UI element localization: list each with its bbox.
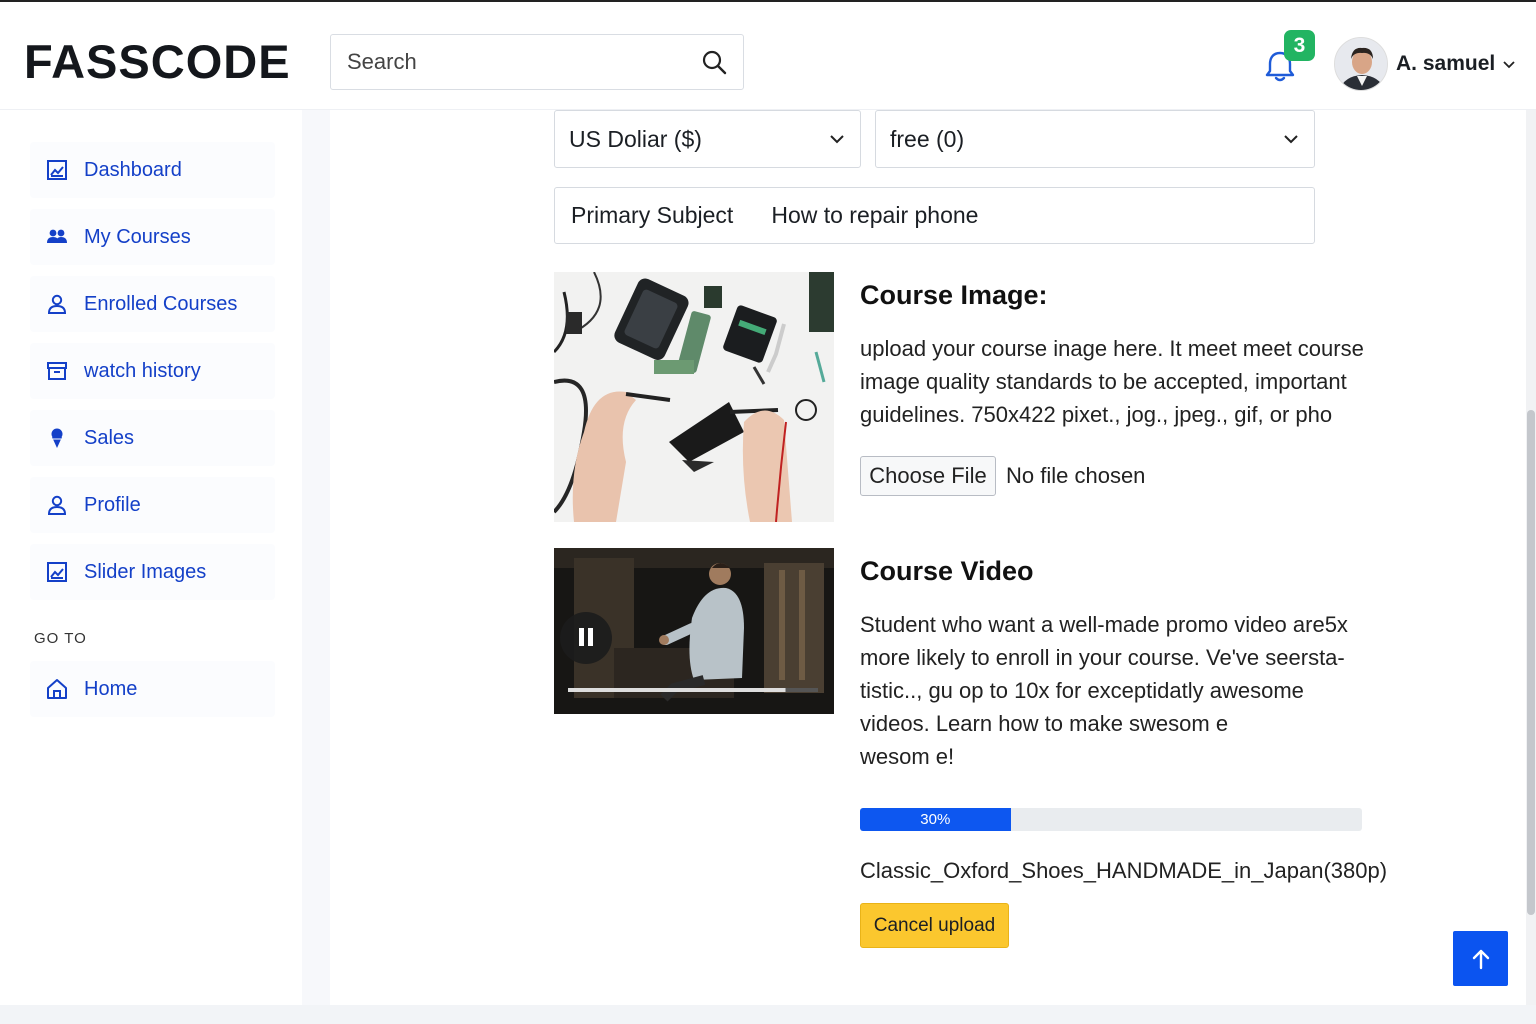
sidebar-item-label: Slider Images [84,560,207,583]
course-image-title: Course Image: [860,280,1048,310]
price-select[interactable]: free (0) [875,110,1315,168]
image-icon [47,562,67,582]
sidebar-item-profile[interactable]: Profile [30,477,275,533]
subject-label: Primary Subject [571,202,734,228]
course-video-player[interactable] [554,548,834,714]
arrow-up-icon [1472,949,1489,969]
currency-select[interactable]: US Doliar ($) [554,110,861,168]
sidebar-item-sales[interactable]: Sales [30,410,275,466]
goto-section-label: GO TO [34,630,87,647]
avatar[interactable] [1334,37,1388,91]
sidebar: Dashboard My Courses Enrolled Courses wa… [0,110,302,1024]
search-icon[interactable] [701,49,727,75]
upload-filename: Classic_Oxford_Shoes_HANDMADE_in_Japan(3… [860,858,1388,883]
course-image-description: upload your course inage here. It meet m… [860,336,1364,427]
primary-subject-field[interactable]: Primary Subject How to repair phone [554,187,1315,244]
currency-select-value: US Doliar ($) [569,125,702,152]
course-video-title: Course Video [860,556,1034,586]
course-image-preview [554,272,834,522]
subject-value[interactable]: How to repair phone [771,202,978,229]
archive-icon [47,362,67,380]
course-video-description-line: wesom e! [860,744,955,769]
top-header: FASSCODE 3 A. samuel [0,2,1536,110]
upload-progress-fill: 30% [860,808,1011,831]
notification-badge[interactable]: 3 [1284,30,1315,61]
sidebar-item-label: Dashboard [84,158,182,181]
bottom-bar [0,1005,1536,1024]
sidebar-item-label: Profile [84,493,141,516]
choose-file-button[interactable]: Choose File [860,456,996,496]
sidebar-item-label: watch history [84,359,201,382]
file-input[interactable]: Choose File No file chosen [860,456,1145,496]
course-video-description: Student who want a well-made promo video… [860,608,1400,773]
user-icon [47,294,67,314]
sidebar-item-enrolled-courses[interactable]: Enrolled Courses [30,276,275,332]
upload-progress-bar: 30% [860,808,1362,831]
course-video-description-line: Student who want a well-made promo video… [860,612,1348,637]
back-to-top-button[interactable] [1453,931,1508,986]
chevron-down-icon [830,135,844,144]
file-status: No file chosen [1006,463,1146,488]
sidebar-item-my-courses[interactable]: My Courses [30,209,275,265]
course-video-description-line: more likely to enroll in your course. Ve… [860,645,1345,670]
user-name[interactable]: A. samuel [1396,52,1495,76]
cancel-upload-button[interactable]: Cancel upload [860,903,1009,948]
ice-cream-icon [51,428,63,448]
main-content: US Doliar ($) free (0) Primary Subject H… [330,110,1526,1005]
dashboard-icon [47,160,67,180]
users-icon [47,229,67,243]
chevron-down-icon [1284,135,1298,144]
price-select-value: free (0) [890,125,965,152]
sidebar-item-label: Home [84,677,138,700]
home-icon [47,679,67,699]
course-video-description-line: tistic.., gu op to 10x for exceptidatly … [860,678,1304,703]
search-input[interactable] [347,49,701,75]
search-box[interactable] [330,34,744,90]
upload-progress-label: 30% [920,811,951,828]
brand-logo[interactable]: FASSCODE [24,34,291,89]
sidebar-item-dashboard[interactable]: Dashboard [30,142,275,198]
sidebar-item-watch-history[interactable]: watch history [30,343,275,399]
sidebar-item-slider-images[interactable]: Slider Images [30,544,275,600]
sidebar-item-home[interactable]: Home [30,661,275,717]
scrollbar-thumb[interactable] [1527,410,1535,915]
user-menu[interactable]: A. samuel [1334,36,1517,92]
sidebar-item-label: Enrolled Courses [84,292,238,315]
chevron-down-icon[interactable] [1501,56,1517,72]
user-icon [47,495,67,515]
sidebar-item-label: My Courses [84,225,191,248]
course-video-description-line: videos. Learn how to make swesom e [860,711,1229,736]
sidebar-item-label: Sales [84,426,135,449]
